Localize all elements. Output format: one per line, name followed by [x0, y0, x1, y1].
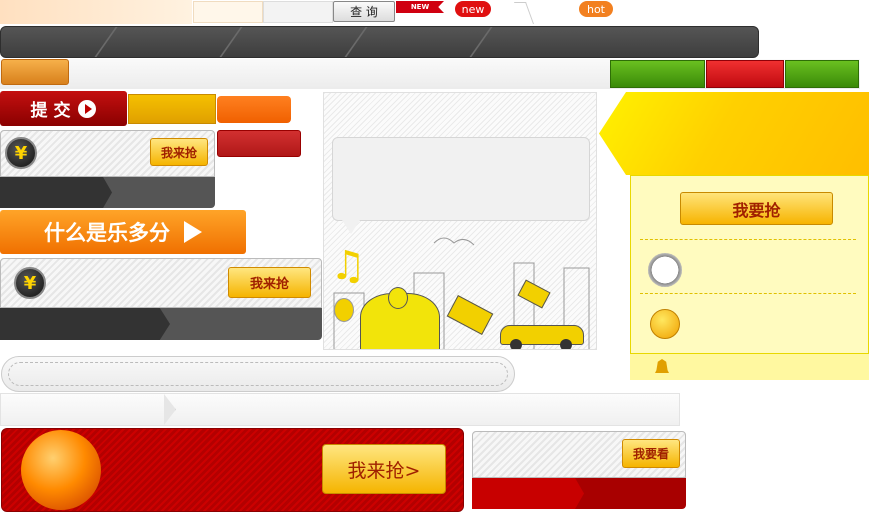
watch-box-footer-arrow: [472, 478, 584, 509]
input-box[interactable]: [193, 1, 263, 23]
grab-button-a[interactable]: 我来抢: [150, 138, 208, 166]
orange-block[interactable]: [217, 96, 291, 123]
hot-bubble: hot: [579, 1, 613, 17]
want-grab-button[interactable]: 我要抢: [680, 192, 833, 225]
what-is-banner[interactable]: 什么是乐多分: [0, 210, 246, 254]
red-block[interactable]: [217, 130, 301, 157]
yellow-block[interactable]: [128, 94, 216, 124]
strongman-head: [388, 287, 408, 309]
submit-label: 提 交: [30, 101, 71, 121]
watch-button[interactable]: 我要看: [622, 439, 680, 468]
big-grab-button[interactable]: 我来抢>: [322, 444, 446, 494]
red-button[interactable]: [706, 60, 784, 88]
stopwatch-icon: [648, 253, 682, 287]
wheel-icon: [560, 339, 572, 349]
right-panel-header: [599, 92, 869, 175]
green-button-2[interactable]: [785, 60, 859, 88]
new-bubble: new: [455, 1, 491, 17]
grab-box-a-footer-arrow: [0, 177, 112, 208]
input-box-2[interactable]: [263, 1, 333, 23]
microphone-icon: [334, 298, 354, 322]
grab-box-b-footer-arrow: [0, 308, 170, 340]
yen-icon: ¥: [5, 137, 37, 169]
orange-tab[interactable]: [1, 59, 69, 85]
grab-button-b[interactable]: 我来抢: [228, 267, 311, 298]
wheel-icon: [510, 339, 522, 349]
banner-label: 什么是乐多分: [44, 221, 170, 245]
new-badge: NEW: [396, 1, 444, 13]
breadcrumb-bar: [0, 393, 680, 426]
illustration-panel: ♫: [323, 92, 597, 350]
play-icon: [78, 99, 97, 118]
chevron-right-icon: [513, 2, 535, 24]
smiley-icon: [650, 309, 680, 339]
play-arrow-icon: [184, 221, 202, 243]
query-button[interactable]: 查 询: [333, 1, 395, 22]
top-strip: [0, 0, 192, 24]
music-note-icon: ♫: [330, 243, 366, 289]
search-capsule-inner: [8, 362, 508, 386]
panel-divider: [640, 293, 856, 294]
orange-seal-icon: [21, 430, 101, 510]
submit-button[interactable]: 提 交: [0, 91, 127, 126]
green-button[interactable]: [610, 60, 705, 88]
panel-divider: [640, 239, 856, 240]
yen-icon: ¥: [14, 267, 46, 299]
